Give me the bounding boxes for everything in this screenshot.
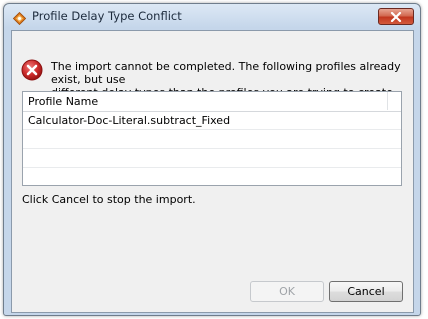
title-bar[interactable]: Profile Delay Type Conflict	[4, 4, 420, 30]
table-row[interactable]	[23, 168, 401, 186]
window-title: Profile Delay Type Conflict	[32, 9, 182, 23]
error-icon	[21, 59, 43, 81]
ok-button[interactable]: OK	[250, 281, 324, 302]
dialog-content: The import cannot be completed. The foll…	[11, 30, 414, 313]
table-header: Profile Name	[23, 92, 401, 112]
app-diamond-icon	[12, 10, 27, 26]
profile-name-cell: Calculator-Doc-Literal.subtract_Fixed	[28, 114, 231, 127]
dialog-window: Profile Delay Type Conflict The import c…	[3, 3, 421, 316]
cancel-hint-text: Click Cancel to stop the import.	[22, 193, 196, 206]
table-row[interactable]: Calculator-Doc-Literal.subtract_Fixed	[23, 111, 401, 130]
table-row[interactable]	[23, 149, 401, 168]
close-button[interactable]	[378, 8, 414, 25]
close-icon	[390, 7, 402, 26]
column-header-profile-name[interactable]: Profile Name	[28, 95, 98, 108]
column-divider	[387, 92, 388, 110]
table-row[interactable]	[23, 130, 401, 149]
cancel-button[interactable]: Cancel	[329, 281, 403, 302]
profile-table[interactable]: Profile Name Calculator-Doc-Literal.subt…	[22, 91, 402, 186]
